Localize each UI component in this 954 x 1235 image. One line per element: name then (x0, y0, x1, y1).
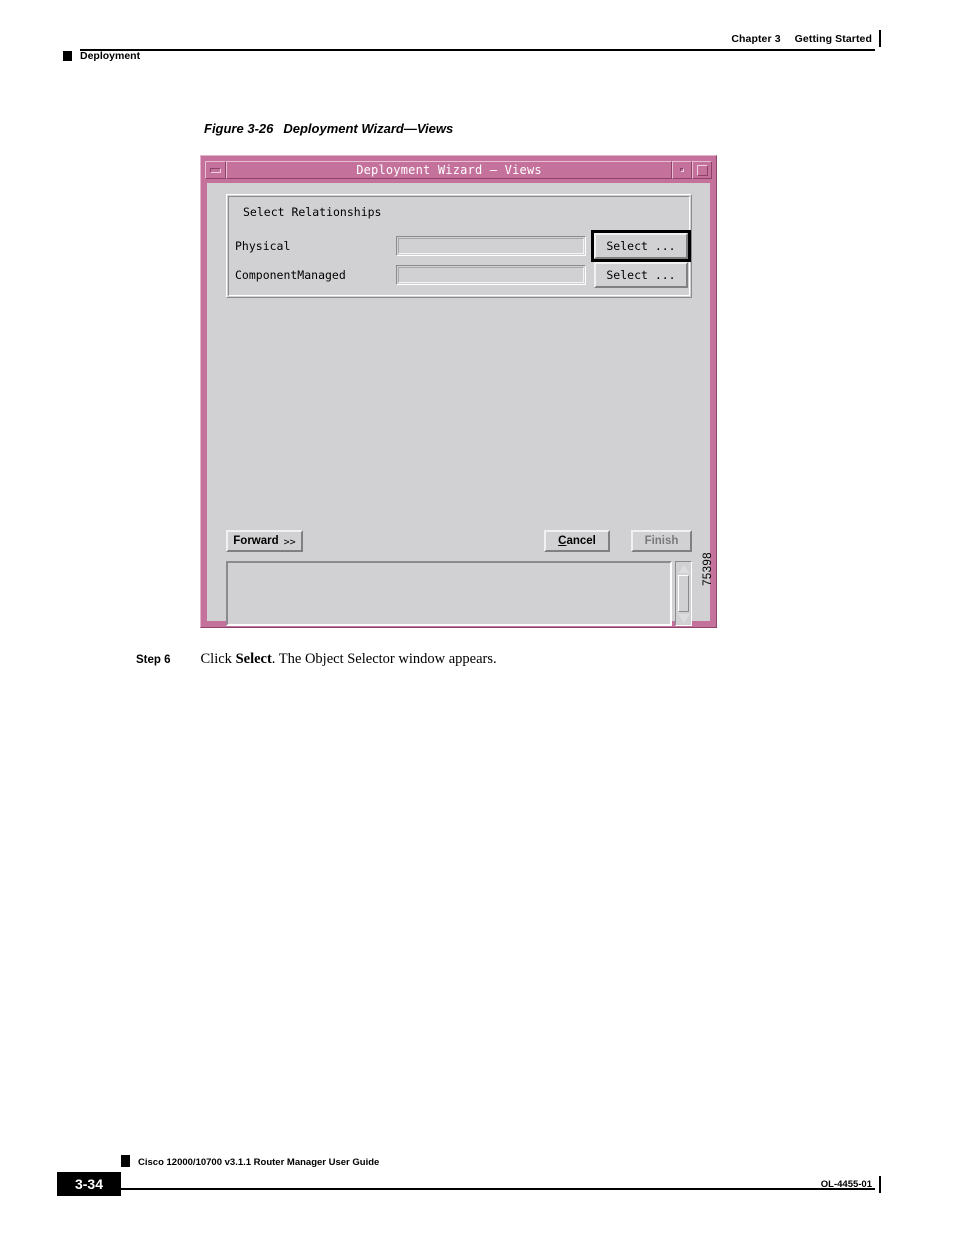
figure-id-number: 75398 (702, 552, 714, 586)
header-rule (80, 49, 875, 51)
figure-caption-number: Figure 3-26 (204, 121, 274, 136)
forward-button[interactable]: Forward >> (226, 530, 303, 552)
physical-input[interactable] (396, 236, 586, 256)
footer-change-bar (879, 1176, 881, 1193)
cancel-button-mnemonic: C (558, 535, 567, 547)
header-bullet-square (63, 51, 72, 61)
componentmanaged-input-inner (398, 267, 584, 283)
select-relationships-legend: Select Relationships (238, 206, 387, 218)
window-title-bar[interactable]: Deployment Wizard — Views (205, 160, 712, 180)
window-menu-button[interactable] (205, 161, 226, 179)
cancel-button[interactable]: Cancel (544, 530, 610, 552)
header-chapter-title: Getting Started (794, 33, 872, 45)
dialog-client-area: Select Relationships Physical Select ...… (207, 183, 710, 626)
forward-button-label: Forward (233, 535, 279, 547)
header-change-bar (879, 30, 881, 47)
step-bold-term: Select (235, 651, 272, 667)
finish-button: Finish (631, 530, 692, 552)
window-title: Deployment Wizard — Views (356, 163, 542, 177)
forward-button-chevron: >> (283, 536, 296, 548)
page-header: Chapter 3 Getting Started Deployment (0, 0, 954, 78)
step-line: Step 6 Click Select. The Object Selector … (136, 651, 497, 668)
footer-bullet-square (121, 1155, 130, 1167)
window-title-container: Deployment Wizard — Views (226, 161, 672, 179)
finish-button-label: Finish (644, 535, 679, 547)
header-section-title: Deployment (80, 50, 141, 62)
scroll-down-icon (677, 614, 690, 623)
maximize-button[interactable] (692, 161, 712, 179)
step-text: Click Select. The Object Selector window… (201, 651, 497, 667)
output-textarea-wrap (226, 561, 692, 626)
header-chapter: Chapter 3 Getting Started (731, 33, 872, 45)
deployment-wizard-window: Deployment Wizard — Views Select Relatio… (200, 155, 717, 628)
figure-caption: Figure 3-26 Deployment Wizard—Views (204, 121, 453, 136)
relationship-row-componentmanaged: ComponentManaged Select ... (207, 262, 710, 288)
maximize-icon (696, 164, 708, 176)
step-text-after: . The Object Selector window appears. (271, 651, 497, 667)
physical-select-button[interactable]: Select ... (594, 233, 688, 259)
header-chapter-number: Chapter 3 (731, 33, 781, 45)
window-inner: Deployment Wizard — Views Select Relatio… (205, 160, 712, 626)
footer-page-box: 3-34 (57, 1172, 121, 1196)
scroll-up-icon (677, 564, 690, 573)
physical-input-inner (398, 238, 584, 254)
footer-page-number: 3-34 (74, 1176, 104, 1192)
componentmanaged-label: ComponentManaged (235, 268, 346, 282)
step-text-before: Click (200, 651, 236, 667)
scroll-down-button[interactable] (677, 613, 690, 624)
relationship-row-physical: Physical Select ... (207, 230, 710, 262)
componentmanaged-select-button[interactable]: Select ... (594, 262, 688, 288)
step-label: Step 6 (136, 654, 171, 666)
componentmanaged-input[interactable] (396, 265, 586, 285)
scrollbar-thumb[interactable] (678, 575, 689, 612)
scroll-up-button[interactable] (677, 563, 690, 574)
figure-caption-title: Deployment Wizard—Views (283, 121, 454, 136)
output-textarea[interactable] (226, 561, 672, 626)
minimize-button[interactable] (672, 161, 692, 179)
footer-doc-title: Cisco 12000/10700 v3.1.1 Router Manager … (138, 1157, 380, 1168)
window-menu-icon (210, 167, 221, 173)
footer-rule (121, 1188, 875, 1190)
footer-doc-id: OL-4455-01 (820, 1179, 872, 1190)
output-scrollbar[interactable] (675, 561, 692, 626)
physical-label: Physical (235, 239, 291, 253)
minimize-icon (680, 168, 684, 172)
cancel-button-label: ancel (566, 535, 596, 547)
